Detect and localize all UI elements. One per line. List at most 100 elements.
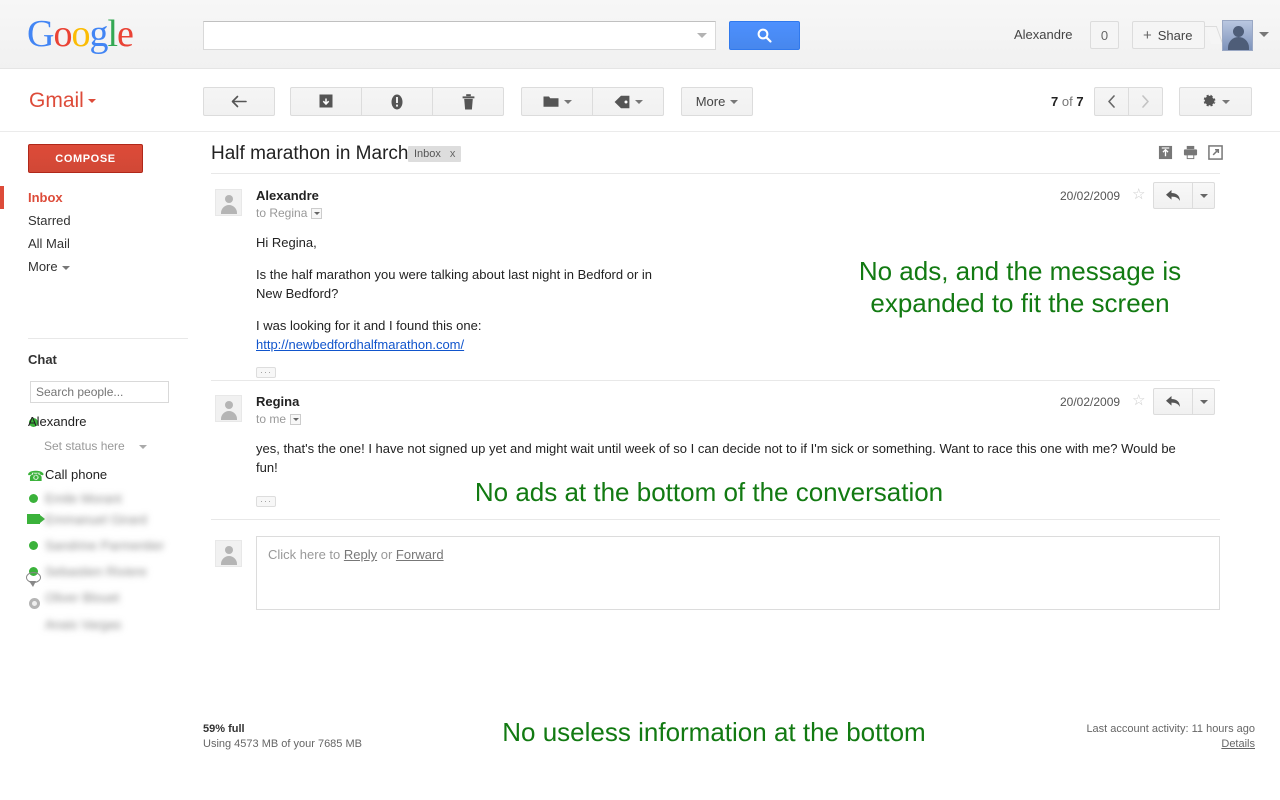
folder-icon: [543, 96, 558, 107]
message-pager-count: 7 of 7: [1051, 94, 1084, 109]
message-details-caret-icon[interactable]: [290, 413, 302, 425]
next-message-button[interactable]: [1128, 87, 1163, 116]
archive-icon: [319, 94, 333, 108]
back-arrow-icon: [231, 95, 247, 108]
sidebar-item-all-mail[interactable]: All Mail: [0, 232, 190, 255]
chat-contact-name[interactable]: Anais Vargas: [45, 617, 121, 632]
sidebar-nav: Inbox Starred All Mail More: [0, 186, 190, 278]
profile-avatar[interactable]: [1222, 20, 1253, 51]
star-icon[interactable]: ☆: [1132, 393, 1145, 408]
search-input[interactable]: [210, 23, 690, 48]
pager-buttons: [1094, 87, 1163, 116]
gmail-dropdown[interactable]: Gmail: [29, 89, 96, 113]
message-paragraph: I was looking for it and I found this on…: [256, 318, 482, 333]
message-paragraph: Is the half marathon you were talking ab…: [256, 267, 653, 301]
search-options-caret-icon[interactable]: [697, 33, 707, 38]
star-icon[interactable]: ☆: [1132, 187, 1145, 202]
show-trimmed-label: ···: [260, 367, 272, 377]
activity-details-link[interactable]: Details: [1221, 738, 1255, 750]
reply-arrow-icon: [1166, 396, 1180, 407]
share-button[interactable]: + Share: [1132, 21, 1206, 49]
reply-button[interactable]: [1153, 182, 1193, 209]
activity-text: Last account activity: 11 hours ago: [1086, 723, 1255, 735]
forward-link[interactable]: Forward: [396, 547, 444, 562]
message-details-caret-icon[interactable]: [311, 207, 323, 219]
search-button[interactable]: [729, 21, 800, 50]
report-spam-icon: [391, 94, 403, 109]
back-to-inbox-button[interactable]: [203, 87, 275, 116]
search-icon: [757, 28, 772, 43]
gmail-app-window: Google Alexandre 0 + Share Gmail More 7 …: [0, 0, 1280, 800]
label-tag-icon: [614, 95, 629, 108]
chat-self-name[interactable]: Alexandre: [28, 414, 87, 429]
popout-window-icon[interactable]: [1208, 145, 1223, 160]
chat-contact-name[interactable]: Emile Morant: [45, 491, 122, 506]
avatar-body-shape: [221, 556, 237, 565]
more-actions-label: More: [695, 94, 726, 109]
message-recipient-label: to me: [256, 412, 287, 426]
delete-button[interactable]: [432, 87, 504, 116]
report-spam-button[interactable]: [361, 87, 433, 116]
settings-button[interactable]: [1179, 87, 1252, 116]
avatar: [215, 395, 242, 422]
compose-button[interactable]: COMPOSE: [28, 144, 143, 173]
show-trimmed-content-button[interactable]: ···: [256, 367, 276, 378]
share-button-tail: [1204, 26, 1224, 44]
chat-contact-name[interactable]: Oliver Blouet: [45, 590, 119, 605]
conversation-actions: [1158, 145, 1223, 160]
gear-icon: [1203, 94, 1215, 107]
top-bar: Google Alexandre 0 + Share: [0, 0, 1280, 69]
sidebar-divider: [0, 131, 190, 132]
reply-button[interactable]: [1153, 388, 1193, 415]
video-camera-icon: [27, 514, 45, 524]
reply-arrow-icon: [1166, 190, 1180, 201]
avatar-head-shape: [225, 401, 233, 409]
notification-count[interactable]: 0: [1090, 21, 1119, 49]
print-icon[interactable]: [1183, 145, 1198, 160]
compose-label: COMPOSE: [55, 152, 116, 165]
reply-link[interactable]: Reply: [344, 547, 377, 562]
message-link[interactable]: http://newbedfordhalfmarathon.com/: [256, 337, 464, 352]
message-more-options-button[interactable]: [1192, 388, 1215, 415]
chat-contact-name[interactable]: Sandrine Parmentier: [45, 538, 164, 553]
move-to-button[interactable]: [521, 87, 593, 116]
chevron-right-icon: [1142, 95, 1149, 108]
chevron-down-icon: [563, 99, 572, 104]
chat-divider: [28, 338, 188, 339]
message-date: 20/02/2009: [1060, 189, 1121, 203]
reply-prompt-mid: or: [377, 547, 396, 562]
call-phone-link[interactable]: Call phone: [45, 467, 107, 482]
message-more-options-button[interactable]: [1192, 182, 1215, 209]
chat-contact-name[interactable]: Sebastien Riviere: [45, 564, 147, 579]
avatar-body-shape: [221, 411, 237, 420]
search-input-wrapper[interactable]: [203, 21, 716, 50]
chevron-down-icon: [1199, 399, 1208, 404]
reply-area-divider: [211, 519, 1220, 520]
close-icon[interactable]: x: [450, 148, 456, 160]
google-logo[interactable]: Google: [27, 12, 134, 56]
labels-button[interactable]: [592, 87, 664, 116]
sidebar-item-inbox[interactable]: Inbox: [0, 186, 190, 209]
account-name[interactable]: Alexandre: [1014, 27, 1073, 42]
previous-message-button[interactable]: [1094, 87, 1129, 116]
sidebar-item-starred[interactable]: Starred: [0, 209, 190, 232]
chevron-down-icon: [1221, 99, 1230, 104]
conversation-label-chip[interactable]: Inbox x: [408, 146, 462, 162]
collapse-all-icon[interactable]: [1158, 145, 1173, 160]
chevron-down-icon: [1199, 193, 1208, 198]
more-actions-button[interactable]: More: [681, 87, 753, 116]
archive-button[interactable]: [290, 87, 362, 116]
chat-set-status[interactable]: Set status here: [44, 439, 147, 453]
reply-forward-box[interactable]: Click here to Reply or Forward: [256, 536, 1220, 610]
sidebar-item-label: More: [28, 259, 58, 274]
header-divider: [211, 173, 1220, 174]
plus-icon: +: [1143, 26, 1152, 44]
chat-contact-name[interactable]: Emmanuel Girard: [45, 512, 147, 527]
chat-search-input[interactable]: [30, 381, 169, 403]
profile-dropdown-caret-icon[interactable]: [1259, 32, 1269, 37]
gmail-label: Gmail: [29, 89, 84, 112]
sidebar-item-more[interactable]: More: [0, 255, 190, 278]
avatar: [215, 540, 242, 567]
show-trimmed-content-button[interactable]: ···: [256, 496, 276, 507]
annotation-no-useless-info: No useless information at the bottom: [502, 717, 926, 747]
